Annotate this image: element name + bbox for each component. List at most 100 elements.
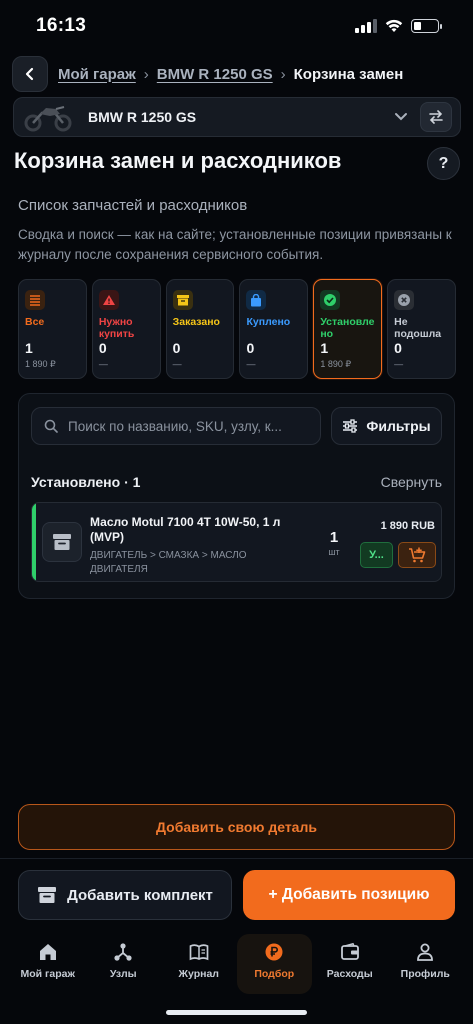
- add-to-cart-button[interactable]: [398, 542, 436, 568]
- stat-label: Нужно купить: [98, 316, 135, 340]
- stat-count: 1: [320, 340, 329, 356]
- wallet-icon: [340, 942, 359, 960]
- status-icons: [355, 19, 442, 33]
- archive-icon: [42, 522, 82, 562]
- search-box[interactable]: [31, 407, 321, 445]
- page-subtitle: Список запчастей и расходников: [18, 197, 248, 214]
- chevron-left-icon: [25, 67, 34, 81]
- tab-nodes[interactable]: Узлы: [86, 934, 162, 994]
- stat-count: 0: [98, 340, 107, 356]
- breadcrumb-garage-link[interactable]: Мой гараж: [58, 66, 136, 83]
- stat-card-ordered[interactable]: Заказано 0 —: [165, 279, 235, 379]
- stat-count: 0: [172, 340, 181, 356]
- search-input[interactable]: [68, 418, 308, 434]
- motorcycle-thumbnail-icon: [24, 106, 72, 132]
- stat-count: 1: [25, 340, 33, 356]
- ruble-badge-icon: [265, 943, 283, 961]
- add-position-button[interactable]: + Добавить позицию: [243, 870, 455, 920]
- tab-label: Расходы: [326, 968, 373, 980]
- tab-selection[interactable]: Подбор: [236, 934, 312, 994]
- status-accent-bar: [32, 503, 36, 581]
- collapse-button[interactable]: Свернуть: [381, 474, 442, 490]
- stat-label: Не подошла: [394, 316, 442, 340]
- archive-icon: [38, 887, 57, 903]
- item-category-path: ДВИГАТЕЛЬ > СМАЗКА > МАСЛО ДВИГАТЕЛЯ: [90, 550, 247, 575]
- bag-icon: [246, 290, 267, 310]
- stat-sum: —: [246, 359, 256, 369]
- stat-card-not-fit[interactable]: Не подошла 0 —: [387, 279, 456, 379]
- page-description: Сводка и поиск — как на сайте; установле…: [18, 227, 452, 262]
- stat-sum: 1 890 ₽: [320, 359, 352, 369]
- tab-journal[interactable]: Журнал: [161, 934, 237, 994]
- bike-selector[interactable]: BMW R 1250 GS: [13, 97, 461, 137]
- stat-label: Все: [25, 316, 45, 328]
- breadcrumb-bike-link[interactable]: BMW R 1250 GS: [157, 66, 273, 83]
- stat-sum: —: [98, 359, 108, 369]
- divider: [0, 858, 473, 859]
- swap-icon: [429, 110, 443, 124]
- sliders-icon: [343, 419, 358, 433]
- stat-label: Установлено: [320, 316, 375, 340]
- stat-card-need-buy[interactable]: Нужно купить 0 —: [91, 279, 161, 379]
- filters-button[interactable]: Фильтры: [331, 407, 442, 445]
- stat-sum: —: [394, 359, 404, 369]
- x-circle-icon: [394, 290, 415, 310]
- tab-label: Журнал: [178, 968, 219, 980]
- tab-label: Мой гараж: [20, 968, 75, 980]
- tab-profile[interactable]: Профиль: [388, 934, 464, 994]
- section-title: Установлено · 1: [31, 474, 141, 490]
- stat-count: 0: [246, 340, 255, 356]
- help-button[interactable]: ?: [427, 147, 460, 180]
- swap-bike-button[interactable]: [420, 102, 452, 132]
- bottom-tab-bar: Мой гараж Узлы Журнал Подбор Расходы Про…: [0, 934, 473, 994]
- page-title: Корзина замен и расходников: [14, 148, 342, 173]
- filters-label: Фильтры: [366, 418, 431, 434]
- archive-icon: [172, 290, 193, 310]
- add-kit-label: Добавить комплект: [67, 886, 213, 904]
- quantity-unit: шт: [328, 547, 340, 557]
- status-bar: 16:13: [0, 0, 473, 52]
- nodes-icon: [114, 943, 132, 961]
- list-item[interactable]: Масло Motul 7100 4T 10W-50, 1 л (MVP) ДВ…: [31, 502, 442, 582]
- status-summary: Все 1 1 890 ₽ Нужно купить 0 — Заказано …: [18, 279, 456, 379]
- stat-card-bought[interactable]: Куплено 0 —: [239, 279, 309, 379]
- stat-count: 0: [394, 340, 402, 356]
- check-circle-icon: [320, 290, 341, 310]
- tab-label: Профиль: [400, 968, 450, 980]
- chevron-right-icon: ›: [143, 65, 149, 83]
- stat-card-all[interactable]: Все 1 1 890 ₽: [18, 279, 87, 379]
- stat-label: Заказано: [172, 316, 220, 328]
- tab-expenses[interactable]: Расходы: [312, 934, 388, 994]
- add-kit-button[interactable]: Добавить комплект: [18, 870, 232, 920]
- parts-list-panel: Фильтры Установлено · 1 Свернуть Масло M…: [18, 393, 455, 599]
- back-button[interactable]: [12, 56, 48, 92]
- stat-label: Куплено: [246, 316, 291, 328]
- tab-label: Узлы: [109, 968, 137, 980]
- item-price: 1 890 RUB: [380, 520, 435, 532]
- bike-name: BMW R 1250 GS: [88, 109, 197, 125]
- user-icon: [417, 943, 434, 961]
- status-time: 16:13: [36, 15, 87, 36]
- item-quantity: 1 шт: [322, 529, 346, 557]
- tab-my-garage[interactable]: Мой гараж: [10, 934, 86, 994]
- add-own-part-button[interactable]: Добавить свою деталь: [18, 804, 455, 850]
- chevron-right-icon: ›: [280, 65, 286, 83]
- home-icon: [39, 944, 56, 960]
- wifi-icon: [385, 19, 403, 32]
- warning-icon: [98, 290, 119, 310]
- signal-icon: [355, 19, 377, 33]
- search-icon: [44, 419, 58, 433]
- book-icon: [189, 944, 209, 961]
- quantity-value: 1: [329, 529, 339, 546]
- status-chip-installed[interactable]: У...: [360, 542, 393, 568]
- stat-card-installed[interactable]: Установлено 1 1 890 ₽: [313, 279, 383, 379]
- stat-sum: 1 890 ₽: [25, 359, 56, 369]
- cart-plus-icon: [409, 547, 426, 563]
- battery-icon: [411, 19, 442, 33]
- section-header: Установлено · 1 Свернуть: [31, 474, 442, 490]
- breadcrumb-current: Корзина замен: [293, 65, 404, 83]
- home-indicator: [166, 1010, 307, 1015]
- stat-sum: —: [172, 359, 182, 369]
- list-icon: [25, 290, 45, 310]
- tab-label: Подбор: [254, 968, 295, 980]
